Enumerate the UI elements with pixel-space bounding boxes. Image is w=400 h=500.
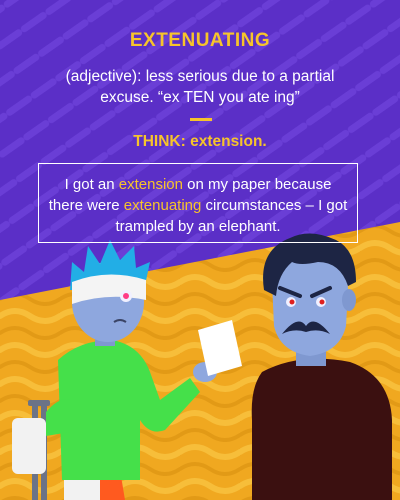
- divider-bar: [190, 118, 212, 121]
- vocabulary-card: EXTENUATING (adjective): less serious du…: [0, 0, 400, 500]
- vocabulary-word: EXTENUATING: [129, 30, 271, 51]
- highlight-extenuating: extenuating: [123, 197, 202, 214]
- example-text-part-1: I got an: [64, 176, 119, 193]
- example-sentence-box: I got an extension on my paper because t…: [38, 163, 358, 243]
- highlight-extension: extension: [118, 176, 183, 193]
- mnemonic-hint: THINK: extension.: [133, 133, 267, 150]
- word-definition: (adjective): less serious due to a parti…: [65, 68, 335, 106]
